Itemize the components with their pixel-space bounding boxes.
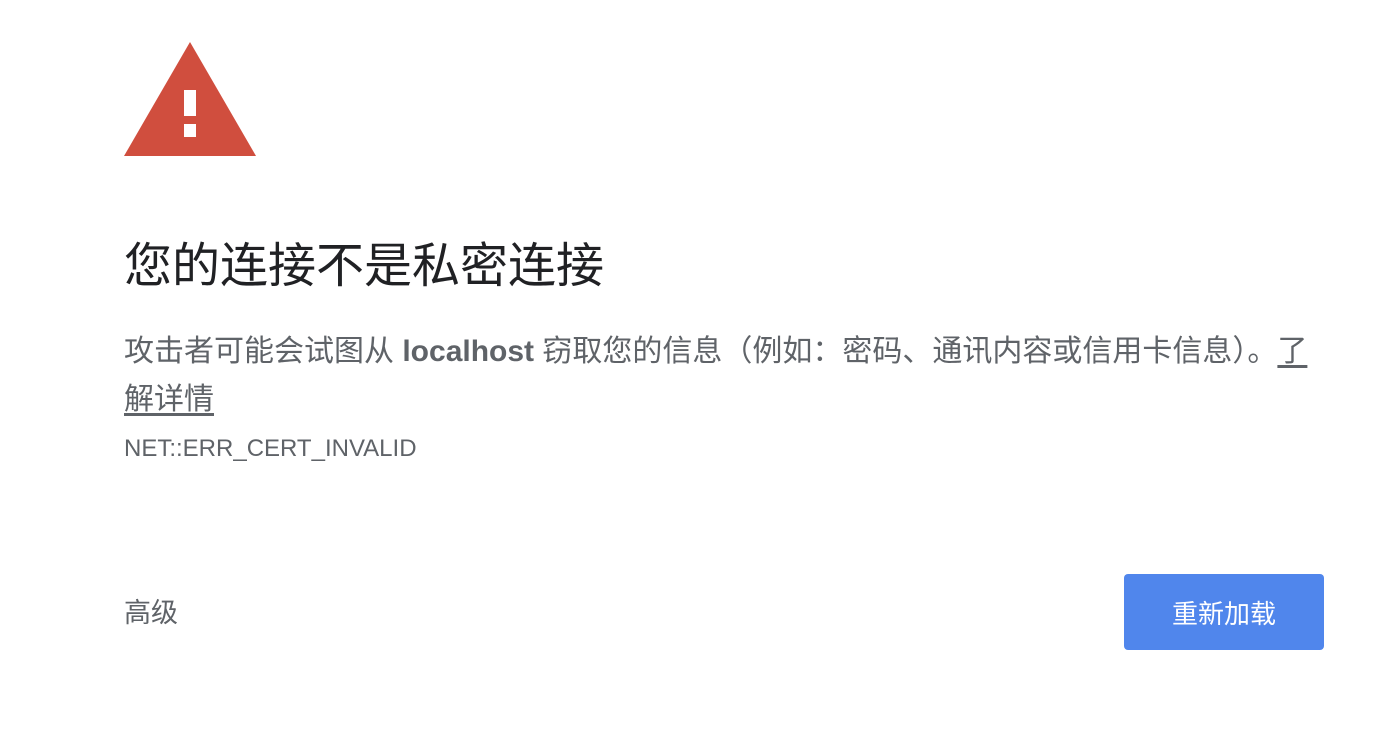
message-prefix: 攻击者可能会试图从 [124, 335, 403, 368]
advanced-button[interactable]: 高级 [124, 594, 178, 632]
reload-button[interactable]: 重新加载 [1124, 574, 1324, 650]
warning-triangle-icon [124, 42, 256, 156]
host-name: localhost [402, 335, 535, 368]
message-suffix: 窃取您的信息（例如：密码、通讯内容或信用卡信息）。 [534, 335, 1278, 368]
interstitial-page: 您的连接不是私密连接 攻击者可能会试图从 localhost 窃取您的信息（例如… [0, 0, 1394, 752]
page-title: 您的连接不是私密连接 [124, 240, 605, 293]
error-message: 攻击者可能会试图从 localhost 窃取您的信息（例如：密码、通讯内容或信用… [124, 328, 1324, 424]
error-code: NET::ERR_CERT_INVALID [124, 435, 417, 462]
